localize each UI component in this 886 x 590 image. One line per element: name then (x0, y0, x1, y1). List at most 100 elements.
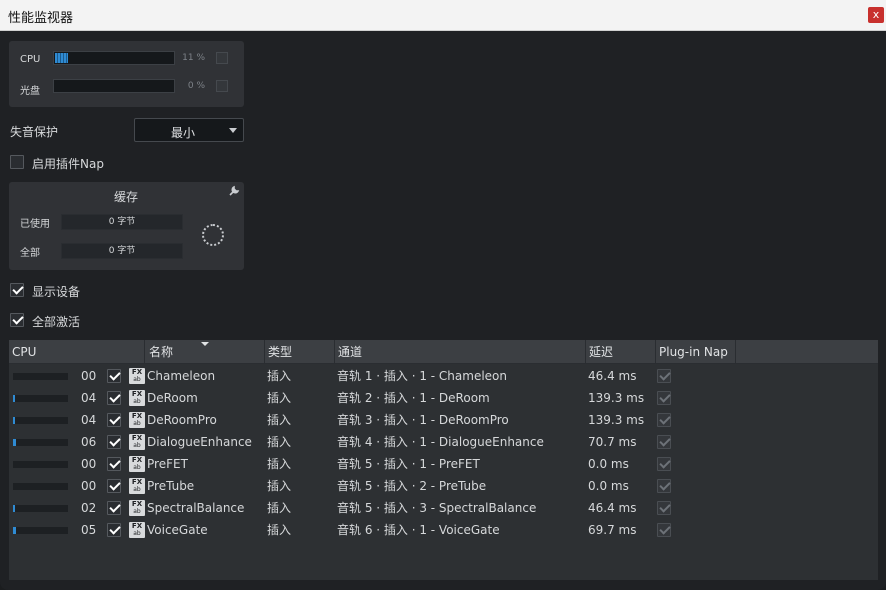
all-active-label: 全部激活 (32, 315, 81, 329)
fx-plugin-icon: FX ab (129, 368, 145, 384)
row-cpu-bar (13, 439, 68, 446)
fx-plugin-icon: FX ab (129, 434, 145, 450)
cache-total-label: 全部 (20, 248, 40, 259)
row-plugin-nap-checkbox[interactable] (657, 457, 671, 471)
table-row[interactable]: 06 FX ab DialogueEnhance 插入 音轨 4 · 插入 · 1 - D… (9, 431, 878, 453)
row-plugin-nap-checkbox[interactable] (657, 413, 671, 427)
table-row[interactable]: 02 FX ab SpectralBalance 插入 音轨 5 · 插入 · 3 - S… (9, 497, 878, 519)
wrench-icon[interactable] (228, 185, 240, 197)
row-channel: 音轨 3 · 插入 · 1 - DeRoomPro (337, 413, 509, 427)
cpu-meter-toggle[interactable] (216, 52, 228, 64)
row-active-checkbox[interactable] (107, 435, 121, 449)
row-active-checkbox[interactable] (107, 501, 121, 515)
row-active-checkbox[interactable] (107, 369, 121, 383)
row-cpu-value: 06 (81, 435, 97, 449)
row-latency: 46.4 ms (588, 369, 637, 383)
row-type: 插入 (267, 457, 292, 471)
row-active-checkbox[interactable] (107, 479, 121, 493)
row-plugin-nap-checkbox[interactable] (657, 523, 671, 537)
row-cpu-bar (13, 461, 68, 468)
row-plugin-nap-checkbox[interactable] (657, 435, 671, 449)
row-latency: 46.4 ms (588, 501, 637, 515)
column-cpu[interactable]: CPU (9, 340, 145, 364)
row-cpu-bar (13, 395, 68, 402)
fx-plugin-icon: FX ab (129, 456, 145, 472)
disk-meter-label: 光盘 (20, 86, 40, 97)
fx-plugin-icon: FX ab (129, 522, 145, 538)
table-header: CPU 名称 类型 通道 延迟 Plug-in Nap (9, 340, 878, 364)
row-latency: 139.3 ms (588, 391, 645, 405)
row-name: DeRoomPro (147, 413, 217, 427)
row-plugin-nap-checkbox[interactable] (657, 479, 671, 493)
row-name: SpectralBalance (147, 501, 245, 515)
row-plugin-nap-checkbox[interactable] (657, 369, 671, 383)
window-title: 性能监视器 (8, 11, 74, 26)
column-type[interactable]: 类型 (265, 340, 335, 364)
cache-used-value: 0 字节 (61, 214, 183, 230)
fx-plugin-icon: FX ab (129, 500, 145, 516)
row-name: DialogueEnhance (147, 435, 252, 449)
row-cpu-bar (13, 527, 68, 534)
table-row[interactable]: 00 FX ab PreTube 插入 音轨 5 · 插入 · 2 - PreTube 0.… (9, 475, 878, 497)
row-type: 插入 (267, 479, 292, 493)
row-plugin-nap-checkbox[interactable] (657, 391, 671, 405)
table-row[interactable]: 04 FX ab DeRoomPro 插入 音轨 3 · 插入 · 1 - DeRoomP… (9, 409, 878, 431)
row-cpu-value: 02 (81, 501, 97, 515)
disk-meter-toggle[interactable] (216, 80, 228, 92)
cpu-meter-label: CPU (20, 54, 41, 65)
row-active-checkbox[interactable] (107, 457, 121, 471)
disk-meter-percent: 0 % (187, 81, 205, 91)
row-name: PreFET (147, 457, 188, 471)
table-row[interactable]: 05 FX ab VoiceGate 插入 音轨 6 · 插入 · 1 - VoiceGa… (9, 519, 878, 541)
row-channel: 音轨 4 · 插入 · 1 - DialogueEnhance (337, 435, 544, 449)
column-latency[interactable]: 延迟 (586, 340, 656, 364)
row-channel: 音轨 5 · 插入 · 1 - PreFET (337, 457, 480, 471)
row-channel: 音轨 5 · 插入 · 3 - SpectralBalance (337, 501, 537, 515)
row-channel: 音轨 1 · 插入 · 1 - Chameleon (337, 369, 508, 383)
row-type: 插入 (267, 523, 292, 537)
row-type: 插入 (267, 369, 292, 383)
row-type: 插入 (267, 501, 292, 515)
row-active-checkbox[interactable] (107, 523, 121, 537)
row-active-checkbox[interactable] (107, 413, 121, 427)
cpu-meter-bar (53, 51, 175, 65)
plugin-table: CPU 名称 类型 通道 延迟 Plug-in Nap 00 FX ab Chamel… (9, 340, 878, 580)
row-cpu-value: 00 (81, 479, 97, 493)
plugin-nap-checkbox[interactable] (10, 155, 24, 169)
dropout-protection-value: 最小 (171, 126, 196, 140)
row-name: Chameleon (147, 369, 216, 383)
close-button[interactable]: x (868, 7, 884, 23)
row-latency: 139.3 ms (588, 413, 645, 427)
cpu-meter-fill (55, 53, 69, 63)
row-cpu-bar (13, 483, 68, 490)
row-latency: 70.7 ms (588, 435, 637, 449)
cache-total-value: 0 字节 (61, 243, 183, 259)
meters-panel: CPU 11 % 光盘 0 % (9, 41, 244, 107)
table-row[interactable]: 00 FX ab Chameleon 插入 音轨 1 · 插入 · 1 - Chamele… (9, 365, 878, 387)
cache-panel: 缓存 已使用 0 字节 全部 0 字节 (9, 182, 244, 270)
row-cpu-value: 00 (81, 369, 97, 383)
row-cpu-bar (13, 505, 68, 512)
row-latency: 69.7 ms (588, 523, 637, 537)
row-cpu-fill (13, 417, 16, 424)
show-devices-checkbox[interactable] (10, 283, 24, 297)
row-cpu-value: 04 (81, 391, 97, 405)
row-cpu-bar (13, 373, 68, 380)
row-cpu-fill (13, 439, 17, 446)
row-name: PreTube (147, 479, 195, 493)
row-plugin-nap-checkbox[interactable] (657, 501, 671, 515)
cache-used-label: 已使用 (20, 219, 50, 230)
row-type: 插入 (267, 413, 292, 427)
dropout-protection-label: 失音保护 (10, 125, 59, 139)
table-row[interactable]: 04 FX ab DeRoom 插入 音轨 2 · 插入 · 1 - DeRoom 139.… (9, 387, 878, 409)
table-row[interactable]: 00 FX ab PreFET 插入 音轨 5 · 插入 · 1 - PreFET 0.0 … (9, 453, 878, 475)
column-channel[interactable]: 通道 (335, 340, 586, 364)
row-channel: 音轨 5 · 插入 · 2 - PreTube (337, 479, 487, 493)
column-plugin-nap[interactable]: Plug-in Nap (656, 340, 736, 364)
sort-descending-icon (201, 342, 209, 346)
plugin-nap-label: 启用插件Nap (32, 157, 104, 171)
performance-monitor-window: CPU 11 % 光盘 0 % 失音保护 最小 启用插件Nap 缓存 已使用 0… (0, 31, 886, 590)
row-active-checkbox[interactable] (107, 391, 121, 405)
all-active-checkbox[interactable] (10, 313, 24, 327)
dropout-protection-dropdown[interactable]: 最小 (134, 118, 244, 142)
